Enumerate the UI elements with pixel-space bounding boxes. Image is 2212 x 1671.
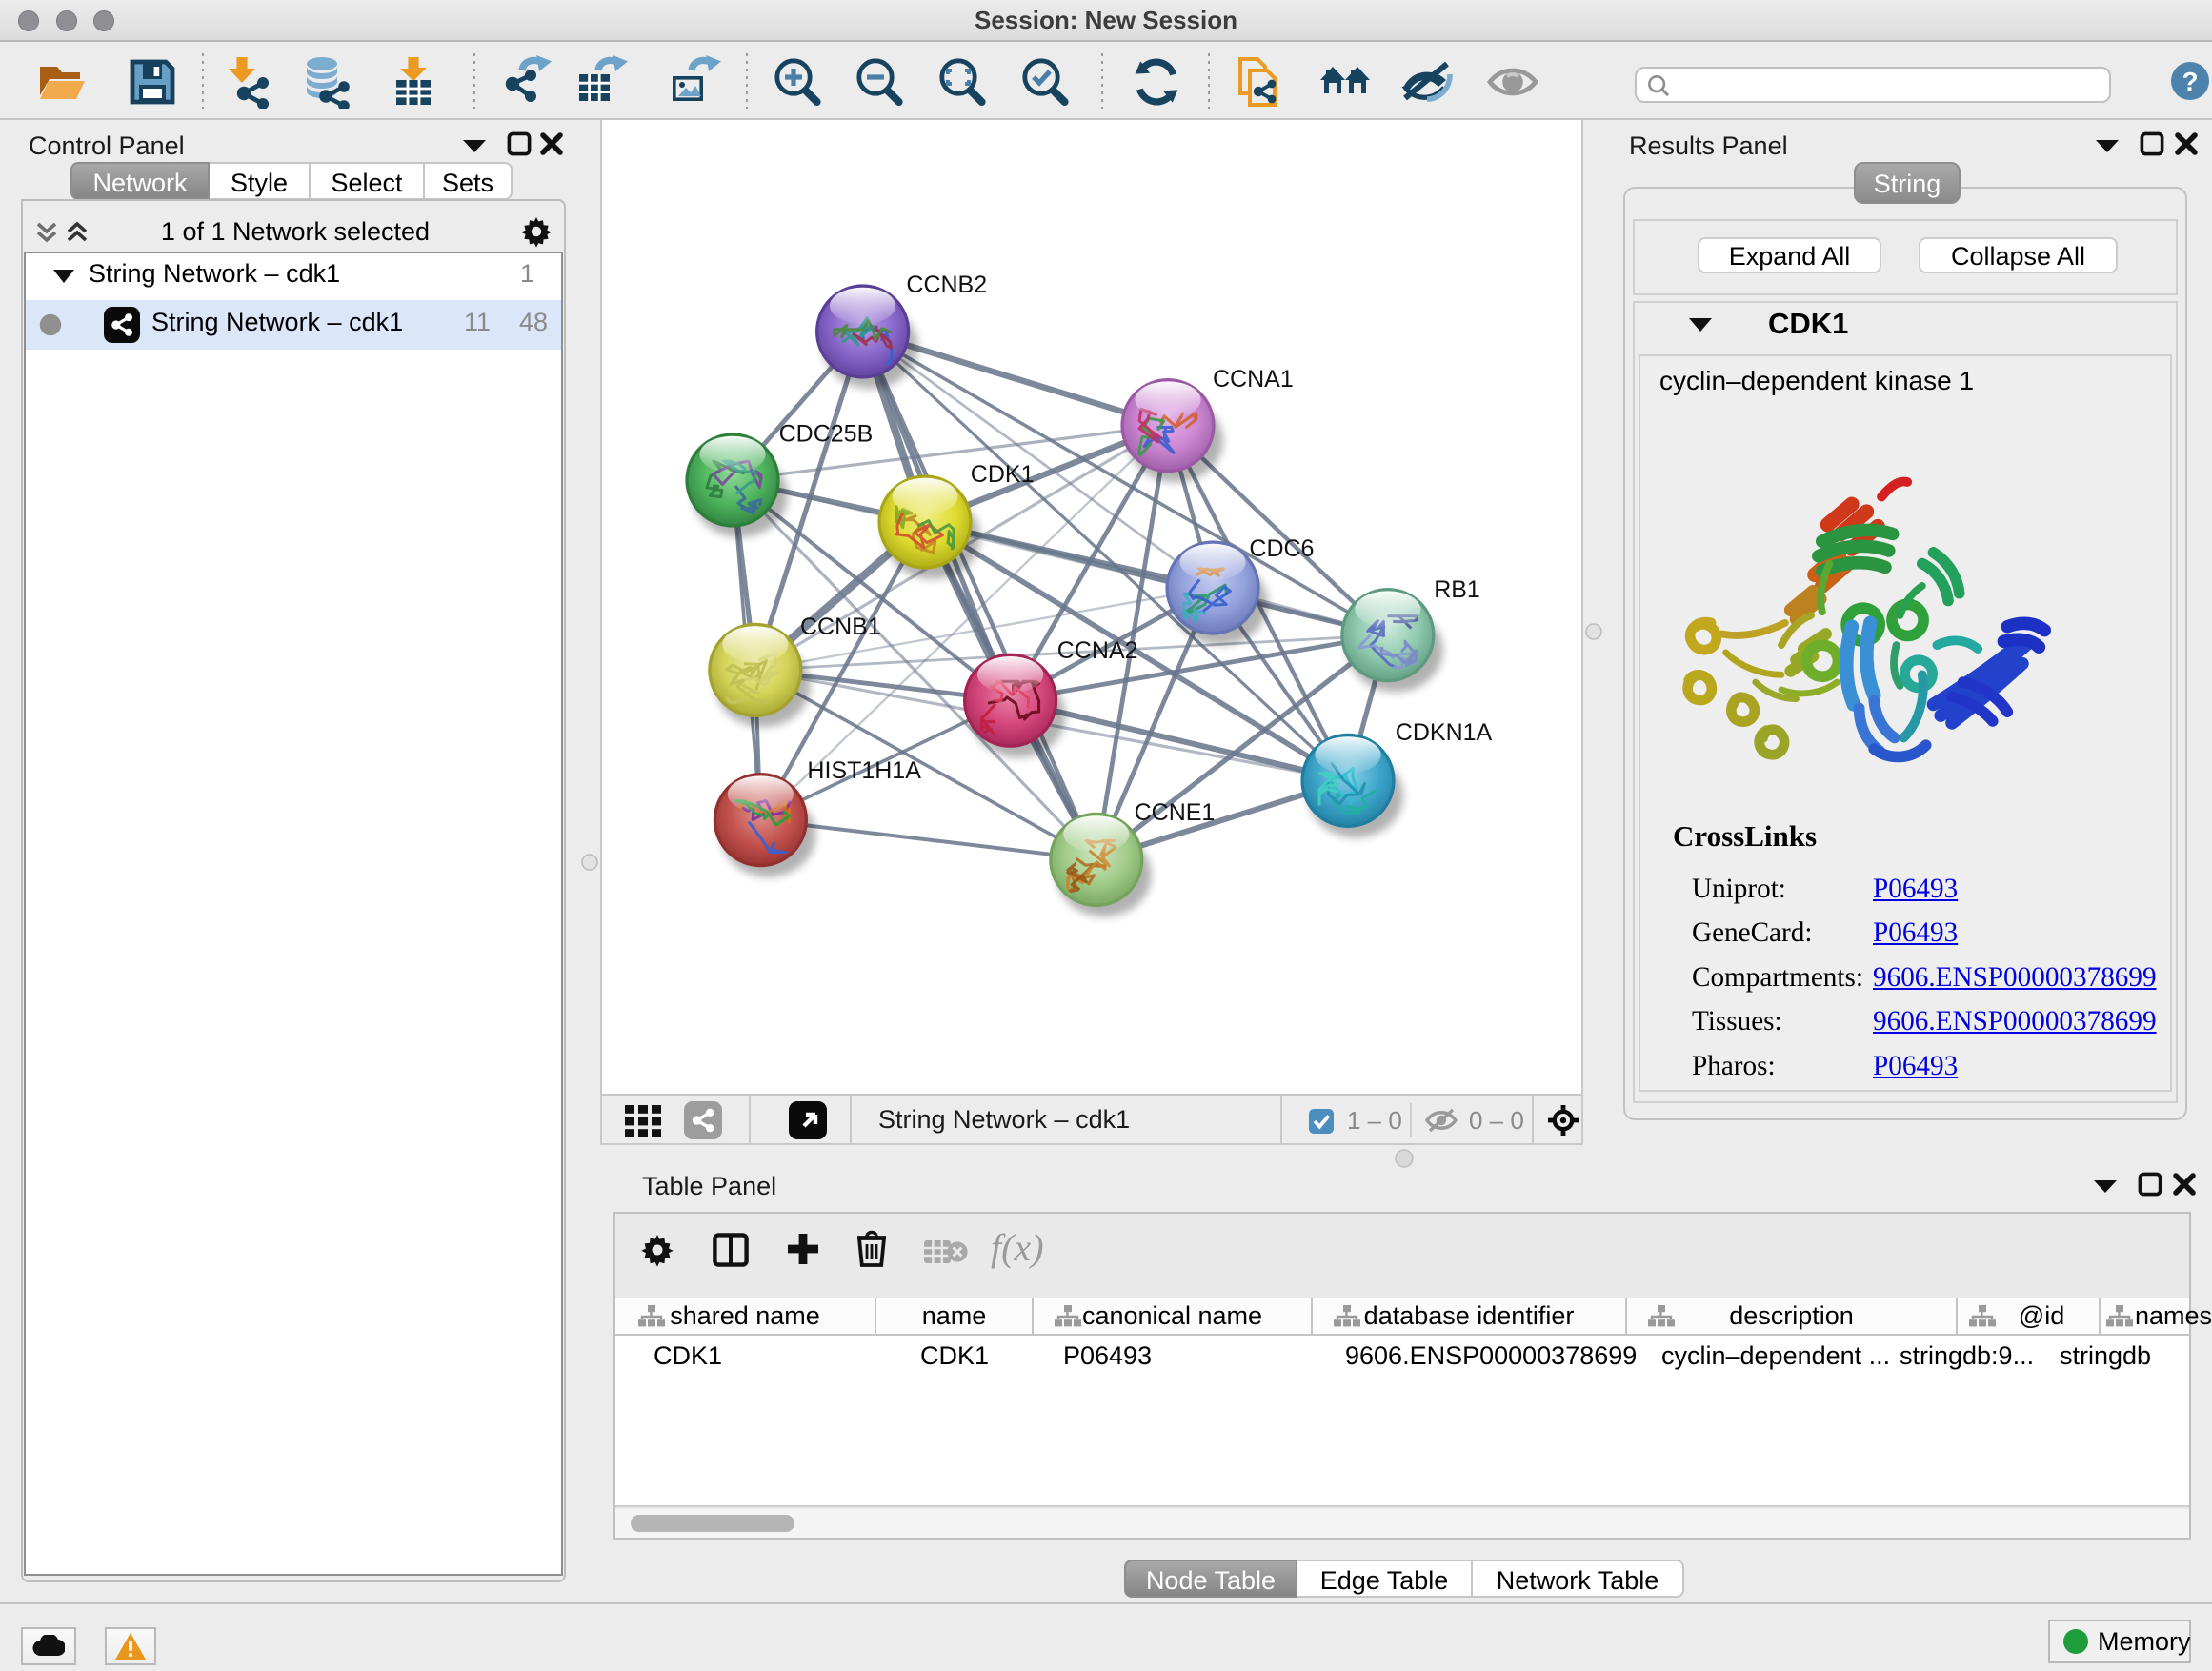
svg-text:CCNE1: CCNE1	[1135, 799, 1216, 826]
svg-text:?: ?	[2182, 67, 2198, 96]
svg-text:CCNB2: CCNB2	[906, 272, 987, 298]
svg-text:CCNA2: CCNA2	[1057, 637, 1138, 664]
svg-text:RB1: RB1	[1434, 576, 1480, 603]
svg-text:CDK1: CDK1	[971, 461, 1035, 488]
svg-text:CCNA1: CCNA1	[1213, 366, 1294, 393]
svg-text:CDKN1A: CDKN1A	[1396, 719, 1493, 746]
svg-text:CCNB1: CCNB1	[800, 614, 881, 640]
svg-text:CDC25B: CDC25B	[779, 420, 874, 447]
svg-text:HIST1H1A: HIST1H1A	[807, 757, 921, 784]
svg-text:CDC6: CDC6	[1249, 535, 1314, 562]
